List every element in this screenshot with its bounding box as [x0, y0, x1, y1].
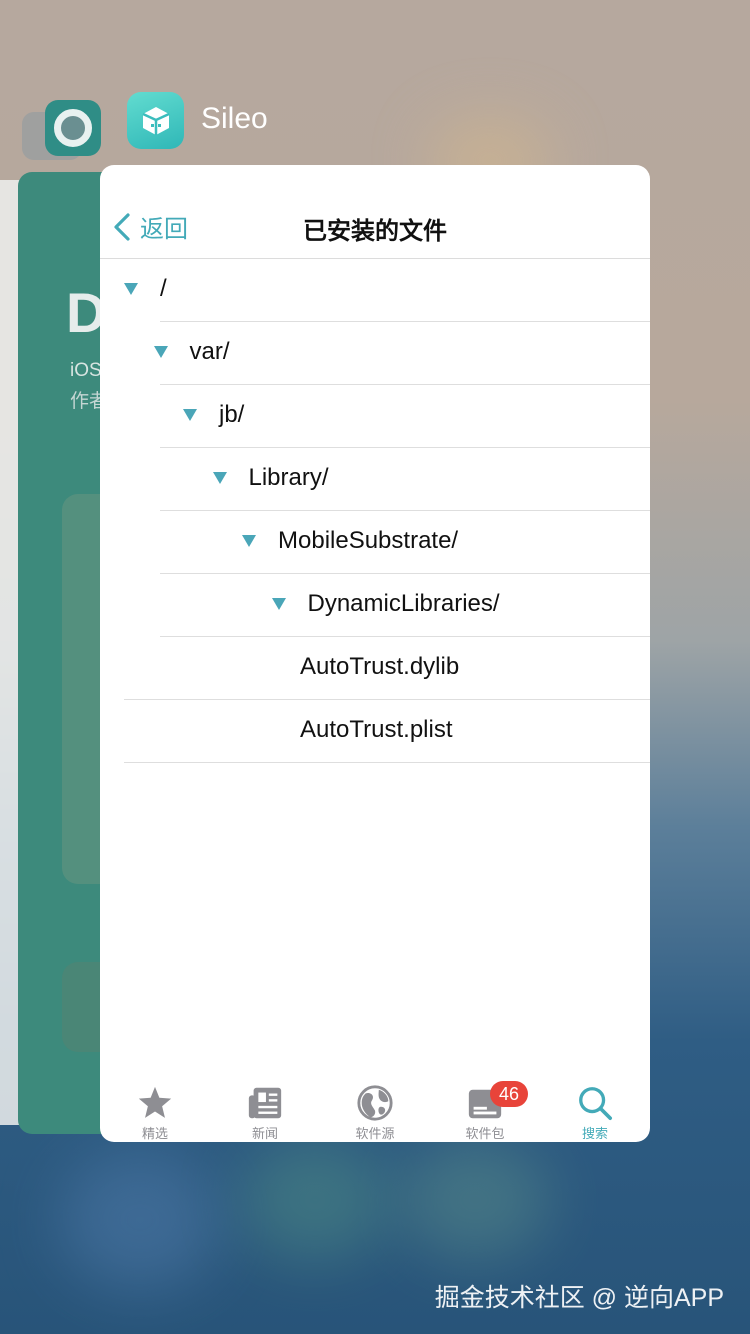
tab-label: 精选	[141, 1126, 168, 1141]
disclosure-triangle-icon[interactable]	[124, 283, 138, 295]
tab-search[interactable]: 搜索	[540, 1072, 650, 1142]
tree-row[interactable]: MobileSubstrate/	[100, 511, 650, 574]
file-tree: / var/ jb/ Library/ MobileSubstrate/ Dyn…	[100, 259, 650, 763]
app-title: Sileo	[201, 102, 268, 135]
search-icon	[579, 1087, 613, 1121]
disclosure-triangle-icon[interactable]	[183, 409, 197, 421]
tree-row-label: DynamicLibraries/	[307, 590, 500, 617]
tree-row-label: jb/	[219, 401, 245, 428]
tree-row[interactable]: /	[100, 259, 650, 322]
tree-row-label: var/	[189, 338, 230, 365]
tab-featured[interactable]: 精选	[100, 1072, 210, 1142]
tree-row-label: AutoTrust.plist	[300, 716, 453, 743]
tree-row-label: Library/	[248, 464, 329, 491]
globe-icon	[357, 1085, 393, 1121]
tree-row[interactable]: AutoTrust.plist	[100, 700, 650, 763]
disclosure-triangle-icon[interactable]	[212, 472, 227, 484]
disclosure-triangle-icon[interactable]	[153, 346, 168, 358]
background-blur	[60, 1150, 220, 1290]
disclosure-triangle-icon[interactable]	[242, 535, 256, 547]
navigation-bar: 返回 已安装的文件	[100, 165, 650, 259]
card-subtitle: iOS	[70, 360, 102, 381]
sileo-app-icon[interactable]	[127, 92, 184, 149]
box-icon	[141, 106, 170, 135]
update-count-badge: 46	[490, 1081, 528, 1107]
sileo-app-card[interactable]: 返回 已安装的文件 / var/ jb/ Library/ MobileSubs…	[100, 165, 650, 1142]
tree-row[interactable]: var/	[100, 322, 650, 385]
row-divider	[124, 762, 650, 763]
disclosure-triangle-icon[interactable]	[271, 598, 286, 610]
background-blur	[240, 1140, 390, 1260]
tab-label: 软件包	[465, 1126, 505, 1141]
tab-bar: 精选 新闻 软件源 46 软件包 搜索	[100, 1072, 650, 1142]
previous-app-icon[interactable]	[45, 100, 101, 156]
newspaper-icon	[248, 1087, 282, 1119]
tree-row-label: AutoTrust.dylib	[300, 653, 460, 680]
tab-label: 搜索	[581, 1126, 608, 1141]
tab-label: 新闻	[251, 1126, 278, 1141]
background-blur	[400, 1140, 550, 1260]
ring-icon	[54, 109, 92, 147]
tree-row-label: MobileSubstrate/	[278, 527, 459, 554]
star-icon	[138, 1086, 172, 1118]
tree-row[interactable]: DynamicLibraries/	[100, 574, 650, 637]
page-title: 已安装的文件	[303, 218, 447, 245]
tree-row[interactable]: jb/	[100, 385, 650, 448]
tab-news[interactable]: 新闻	[210, 1072, 320, 1142]
tab-packages[interactable]: 46 软件包	[430, 1072, 540, 1142]
tab-sources[interactable]: 软件源	[320, 1072, 430, 1142]
tree-row[interactable]: AutoTrust.dylib	[100, 637, 650, 700]
tree-row[interactable]: Library/	[100, 448, 650, 511]
tree-row-label: /	[160, 275, 167, 302]
tab-label: 软件源	[355, 1126, 395, 1141]
watermark: 掘金技术社区 @ 逆向APP	[434, 1284, 724, 1312]
